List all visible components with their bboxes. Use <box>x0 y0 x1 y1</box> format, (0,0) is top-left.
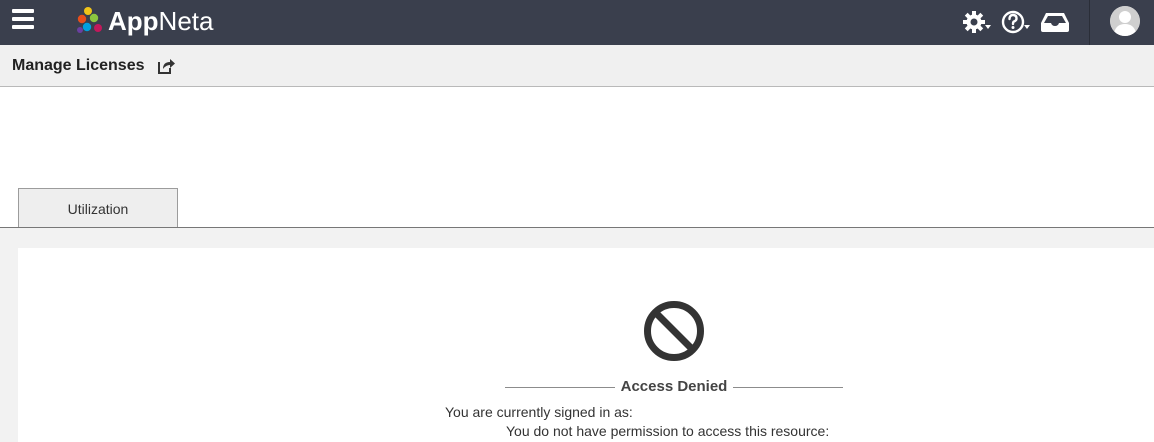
menu-icon[interactable] <box>12 9 34 29</box>
no-access-icon <box>644 301 704 361</box>
appneta-logo[interactable]: AppNeta <box>75 4 213 38</box>
signed-in-text: You are currently signed in as: <box>445 404 633 420</box>
user-avatar[interactable] <box>1110 6 1140 36</box>
tab-utilization[interactable]: Utilization <box>18 188 178 228</box>
inbox-icon[interactable] <box>1038 9 1072 35</box>
access-denied-heading: Access Denied <box>505 378 843 398</box>
gear-icon[interactable] <box>961 9 993 35</box>
tab-label: Utilization <box>67 200 129 217</box>
user-icon <box>1110 6 1140 36</box>
page-title: Manage Licenses <box>12 57 145 74</box>
header-divider <box>1089 0 1090 45</box>
logo-mark-icon <box>77 7 102 33</box>
page-header: Manage Licenses <box>0 45 1154 87</box>
top-navigation-bar: AppNeta <box>0 0 1154 45</box>
popout-icon[interactable] <box>156 57 176 75</box>
no-permission-text: You do not have permission to access thi… <box>506 423 830 439</box>
help-icon[interactable] <box>1001 9 1031 35</box>
divider-right <box>733 387 843 388</box>
logo-text: AppNeta <box>108 5 214 36</box>
